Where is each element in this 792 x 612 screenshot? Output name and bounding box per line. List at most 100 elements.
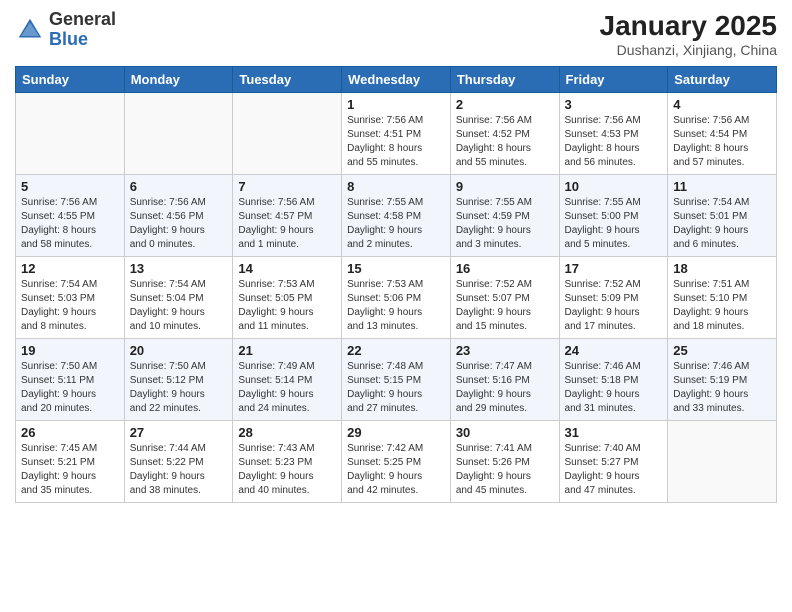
calendar-cell-w2-d3: 7Sunrise: 7:56 AM Sunset: 4:57 PM Daylig… bbox=[233, 175, 342, 257]
calendar-cell-w3-d2: 13 Sunrise: 7:54 AM Sunset: 5:04 PM Dayli… bbox=[124, 257, 233, 339]
day-info: Sunrise: 7:54 AM Sunset: 5:01 PM Dayligh… bbox=[673, 196, 771, 252]
day-info: Sunrise: 7:50 AM Sunset: 5:11 PM Dayligh… bbox=[21, 360, 119, 416]
col-saturday: Saturday bbox=[668, 67, 777, 93]
day-number: 1 bbox=[347, 97, 445, 112]
calendar-week-5: 26 Sunrise: 7:45 AM Sunset: 5:21 PM Dayli… bbox=[16, 421, 777, 503]
day-number: 19 bbox=[21, 343, 119, 358]
day-number: 6 bbox=[130, 179, 228, 194]
day-number: 3 bbox=[565, 97, 663, 112]
day-info: Sunrise: 7:40 AM Sunset: 5:27 PM Dayligh… bbox=[565, 442, 663, 498]
col-wednesday: Wednesday bbox=[342, 67, 451, 93]
calendar-week-2: 5 Sunrise: 7:56 AM Sunset: 4:55 PM Daylig… bbox=[16, 175, 777, 257]
col-sunday: Sunday bbox=[16, 67, 125, 93]
day-info: Sunrise: 7:56 AM Sunset: 4:56 PM Dayligh… bbox=[130, 196, 228, 252]
calendar-cell-w5-d5: 30Sunrise: 7:41 AM Sunset: 5:26 PM Dayli… bbox=[450, 421, 559, 503]
day-number: 5 bbox=[21, 179, 119, 194]
day-info: Sunrise: 7:55 AM Sunset: 4:58 PM Dayligh… bbox=[347, 196, 445, 252]
col-thursday: Thursday bbox=[450, 67, 559, 93]
calendar-cell-w4-d3: 21 Sunrise: 7:49 AM Sunset: 5:14 PM Dayli… bbox=[233, 339, 342, 421]
day-number: 10 bbox=[565, 179, 663, 194]
calendar-cell-w5-d7 bbox=[668, 421, 777, 503]
day-number: 26 bbox=[21, 425, 119, 440]
day-number: 8 bbox=[347, 179, 445, 194]
calendar-table: Sunday Monday Tuesday Wednesday Thursday… bbox=[15, 66, 777, 503]
calendar-cell-w4-d5: 23 Sunrise: 7:47 AM Sunset: 5:16 PM Dayli… bbox=[450, 339, 559, 421]
calendar-cell-w4-d2: 20 Sunrise: 7:50 AM Sunset: 5:12 PM Dayli… bbox=[124, 339, 233, 421]
calendar-cell-w4-d1: 19 Sunrise: 7:50 AM Sunset: 5:11 PM Dayli… bbox=[16, 339, 125, 421]
calendar-cell-w4-d4: 22 Sunrise: 7:48 AM Sunset: 5:15 PM Dayli… bbox=[342, 339, 451, 421]
calendar-cell-w5-d2: 27 Sunrise: 7:44 AM Sunset: 5:22 PM Dayli… bbox=[124, 421, 233, 503]
calendar-location: Dushanzi, Xinjiang, China bbox=[600, 42, 777, 58]
calendar-cell-w1-d3 bbox=[233, 93, 342, 175]
day-number: 22 bbox=[347, 343, 445, 358]
calendar-title: January 2025 bbox=[600, 10, 777, 42]
calendar-cell-w4-d7: 25 Sunrise: 7:46 AM Sunset: 5:19 PM Dayli… bbox=[668, 339, 777, 421]
day-number: 9 bbox=[456, 179, 554, 194]
day-info: Sunrise: 7:53 AM Sunset: 5:05 PM Dayligh… bbox=[238, 278, 336, 334]
day-number: 12 bbox=[21, 261, 119, 276]
title-block: January 2025 Dushanzi, Xinjiang, China bbox=[600, 10, 777, 58]
logo-general: General bbox=[49, 9, 116, 29]
day-info: Sunrise: 7:46 AM Sunset: 5:19 PM Dayligh… bbox=[673, 360, 771, 416]
day-number: 18 bbox=[673, 261, 771, 276]
day-number: 17 bbox=[565, 261, 663, 276]
calendar-cell-w2-d6: 10 Sunrise: 7:55 AM Sunset: 5:00 PM Dayli… bbox=[559, 175, 668, 257]
day-info: Sunrise: 7:51 AM Sunset: 5:10 PM Dayligh… bbox=[673, 278, 771, 334]
day-number: 21 bbox=[238, 343, 336, 358]
day-info: Sunrise: 7:43 AM Sunset: 5:23 PM Dayligh… bbox=[238, 442, 336, 498]
day-number: 2 bbox=[456, 97, 554, 112]
calendar-cell-w1-d7: 4Sunrise: 7:56 AM Sunset: 4:54 PM Daylig… bbox=[668, 93, 777, 175]
day-number: 4 bbox=[673, 97, 771, 112]
col-friday: Friday bbox=[559, 67, 668, 93]
day-info: Sunrise: 7:56 AM Sunset: 4:52 PM Dayligh… bbox=[456, 114, 554, 170]
calendar-cell-w5-d6: 31Sunrise: 7:40 AM Sunset: 5:27 PM Dayli… bbox=[559, 421, 668, 503]
page-header: General Blue January 2025 Dushanzi, Xinj… bbox=[15, 10, 777, 58]
calendar-header-row: Sunday Monday Tuesday Wednesday Thursday… bbox=[16, 67, 777, 93]
calendar-cell-w1-d1 bbox=[16, 93, 125, 175]
day-info: Sunrise: 7:44 AM Sunset: 5:22 PM Dayligh… bbox=[130, 442, 228, 498]
day-info: Sunrise: 7:55 AM Sunset: 4:59 PM Dayligh… bbox=[456, 196, 554, 252]
day-number: 27 bbox=[130, 425, 228, 440]
day-info: Sunrise: 7:49 AM Sunset: 5:14 PM Dayligh… bbox=[238, 360, 336, 416]
day-number: 23 bbox=[456, 343, 554, 358]
calendar-cell-w1-d6: 3 Sunrise: 7:56 AM Sunset: 4:53 PM Daylig… bbox=[559, 93, 668, 175]
day-info: Sunrise: 7:50 AM Sunset: 5:12 PM Dayligh… bbox=[130, 360, 228, 416]
day-info: Sunrise: 7:48 AM Sunset: 5:15 PM Dayligh… bbox=[347, 360, 445, 416]
logo-icon bbox=[15, 15, 45, 45]
day-number: 7 bbox=[238, 179, 336, 194]
day-info: Sunrise: 7:42 AM Sunset: 5:25 PM Dayligh… bbox=[347, 442, 445, 498]
calendar-week-1: 1 Sunrise: 7:56 AM Sunset: 4:51 PM Daylig… bbox=[16, 93, 777, 175]
calendar-cell-w1-d4: 1 Sunrise: 7:56 AM Sunset: 4:51 PM Daylig… bbox=[342, 93, 451, 175]
day-number: 24 bbox=[565, 343, 663, 358]
day-info: Sunrise: 7:56 AM Sunset: 4:51 PM Dayligh… bbox=[347, 114, 445, 170]
calendar-cell-w5-d4: 29 Sunrise: 7:42 AM Sunset: 5:25 PM Dayli… bbox=[342, 421, 451, 503]
calendar-cell-w1-d2 bbox=[124, 93, 233, 175]
day-number: 28 bbox=[238, 425, 336, 440]
calendar-cell-w2-d2: 6 Sunrise: 7:56 AM Sunset: 4:56 PM Daylig… bbox=[124, 175, 233, 257]
day-info: Sunrise: 7:45 AM Sunset: 5:21 PM Dayligh… bbox=[21, 442, 119, 498]
calendar-cell-w3-d5: 16Sunrise: 7:52 AM Sunset: 5:07 PM Dayli… bbox=[450, 257, 559, 339]
calendar-cell-w3-d6: 17Sunrise: 7:52 AM Sunset: 5:09 PM Dayli… bbox=[559, 257, 668, 339]
day-number: 13 bbox=[130, 261, 228, 276]
day-info: Sunrise: 7:54 AM Sunset: 5:04 PM Dayligh… bbox=[130, 278, 228, 334]
day-number: 20 bbox=[130, 343, 228, 358]
calendar-cell-w2-d1: 5 Sunrise: 7:56 AM Sunset: 4:55 PM Daylig… bbox=[16, 175, 125, 257]
day-info: Sunrise: 7:47 AM Sunset: 5:16 PM Dayligh… bbox=[456, 360, 554, 416]
day-info: Sunrise: 7:41 AM Sunset: 5:26 PM Dayligh… bbox=[456, 442, 554, 498]
day-info: Sunrise: 7:53 AM Sunset: 5:06 PM Dayligh… bbox=[347, 278, 445, 334]
day-info: Sunrise: 7:55 AM Sunset: 5:00 PM Dayligh… bbox=[565, 196, 663, 252]
calendar-week-3: 12 Sunrise: 7:54 AM Sunset: 5:03 PM Dayli… bbox=[16, 257, 777, 339]
day-info: Sunrise: 7:46 AM Sunset: 5:18 PM Dayligh… bbox=[565, 360, 663, 416]
calendar-cell-w5-d1: 26 Sunrise: 7:45 AM Sunset: 5:21 PM Dayli… bbox=[16, 421, 125, 503]
day-number: 29 bbox=[347, 425, 445, 440]
calendar-cell-w2-d5: 9 Sunrise: 7:55 AM Sunset: 4:59 PM Daylig… bbox=[450, 175, 559, 257]
day-info: Sunrise: 7:56 AM Sunset: 4:53 PM Dayligh… bbox=[565, 114, 663, 170]
day-number: 11 bbox=[673, 179, 771, 194]
calendar-cell-w2-d7: 11 Sunrise: 7:54 AM Sunset: 5:01 PM Dayli… bbox=[668, 175, 777, 257]
day-info: Sunrise: 7:56 AM Sunset: 4:55 PM Dayligh… bbox=[21, 196, 119, 252]
page-container: General Blue January 2025 Dushanzi, Xinj… bbox=[0, 0, 792, 513]
day-info: Sunrise: 7:54 AM Sunset: 5:03 PM Dayligh… bbox=[21, 278, 119, 334]
day-number: 25 bbox=[673, 343, 771, 358]
calendar-cell-w3-d1: 12 Sunrise: 7:54 AM Sunset: 5:03 PM Dayli… bbox=[16, 257, 125, 339]
day-info: Sunrise: 7:52 AM Sunset: 5:07 PM Dayligh… bbox=[456, 278, 554, 334]
